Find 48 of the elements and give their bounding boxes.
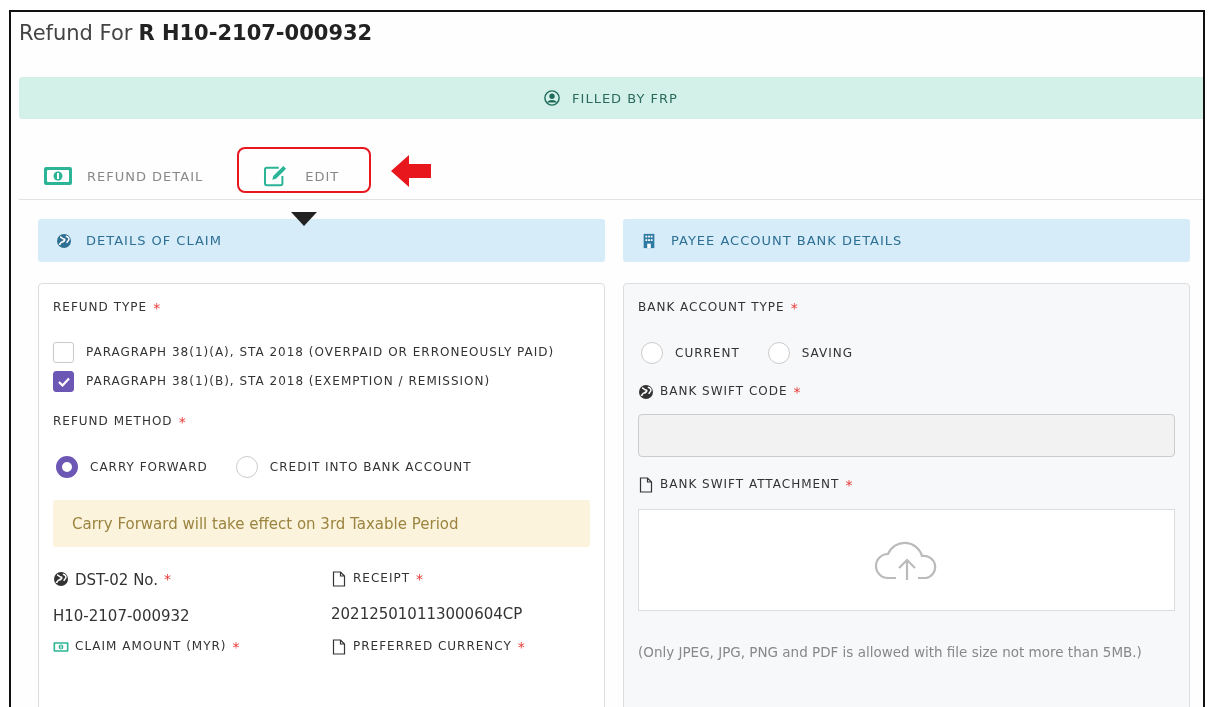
- radio-label: CARRY FORWARD: [90, 460, 208, 474]
- field-label: REFUND TYPE: [53, 300, 148, 314]
- section-title: PAYEE ACCOUNT BANK DETAILS: [671, 233, 903, 248]
- arrow-icon: [389, 153, 434, 189]
- refund-number: R H10-2107-000932: [138, 21, 373, 47]
- banner-text: FILLED BY FRP: [572, 90, 678, 106]
- tab[interactable]: EDIT: [237, 151, 372, 199]
- checkbox-label: PARAGRAPH 38(1)(B), STA 2018 (EXEMPTION / REMISSION): [86, 373, 491, 390]
- banknote-icon: [43, 165, 73, 187]
- required-mark: *: [793, 384, 802, 400]
- document-icon: [331, 639, 347, 655]
- field-value: 202125010113000604CP: [331, 605, 524, 623]
- required-mark: *: [517, 639, 526, 655]
- document-icon: [331, 571, 347, 587]
- required-mark: *: [790, 300, 799, 316]
- field-label: PREFERRED CURRENCY: [353, 639, 512, 653]
- section-title: DETAILS OF CLAIM: [86, 233, 222, 248]
- required-mark: *: [178, 414, 187, 430]
- tab-pointer-icon: [291, 212, 318, 226]
- upload-area[interactable]: [638, 509, 1175, 611]
- field-label: BANK ACCOUNT TYPE: [638, 300, 785, 314]
- radio-label: CREDIT INTO BANK ACCOUNT: [269, 460, 472, 474]
- required-mark: *: [153, 300, 162, 316]
- radio-label: SAVING: [801, 346, 854, 360]
- user-circle-icon: [544, 90, 561, 106]
- required-mark: *: [232, 639, 241, 655]
- page-title: Refund For: [19, 21, 133, 47]
- info-notice: Carry Forward will take effect on 3rd Taxable Period: [53, 500, 590, 547]
- upload-note: (Only JPEG, JPG, PNG and PDF is allowed with file size not more than 5MB.): [638, 643, 1143, 662]
- banknote-icon: [53, 639, 69, 655]
- field-value: H10-2107-000932: [53, 607, 191, 625]
- radio-label: CURRENT: [675, 346, 740, 360]
- field-label: DST-02 No.: [75, 571, 159, 589]
- required-mark: *: [845, 477, 854, 493]
- checkbox[interactable]: [53, 371, 74, 392]
- document-icon: [638, 477, 654, 493]
- field-label: BANK SWIFT CODE: [660, 384, 788, 398]
- required-mark: *: [164, 571, 172, 587]
- required-mark: *: [416, 571, 424, 587]
- building-icon: [641, 232, 657, 249]
- check-icon: [57, 376, 70, 387]
- field-label: REFUND METHOD: [53, 414, 173, 428]
- radio-button[interactable]: [56, 456, 78, 478]
- tab[interactable]: REFUND DETAIL: [43, 165, 212, 199]
- checkbox-label: PARAGRAPH 38(1)(A), STA 2018 (OVERPAID OR ERRONEOUSLY PAID): [86, 344, 555, 361]
- field-label: BANK SWIFT ATTACHMENT: [660, 477, 840, 491]
- field-label: CLAIM AMOUNT (MYR): [75, 639, 227, 653]
- field-label: RECEIPT: [353, 571, 410, 585]
